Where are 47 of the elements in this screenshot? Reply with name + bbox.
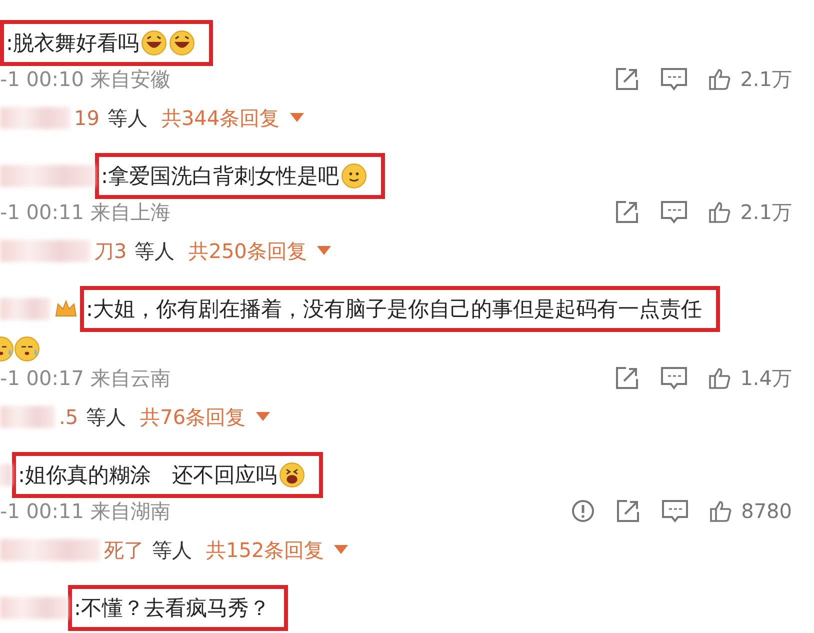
like-count: 2.1万	[740, 198, 792, 226]
comment-icon[interactable]	[660, 66, 688, 92]
comment-icon[interactable]	[661, 498, 690, 524]
thumbs-up-icon[interactable]	[708, 67, 732, 91]
reply-users-label: 等人	[134, 238, 175, 264]
blurred-username	[0, 406, 55, 428]
report-icon[interactable]	[571, 499, 596, 523]
reply-username: .5	[59, 405, 78, 429]
thumbs-up-icon[interactable]	[709, 499, 734, 523]
share-icon[interactable]	[614, 365, 640, 391]
blurred-username	[0, 298, 50, 320]
thumbs-up-icon[interactable]	[708, 200, 732, 224]
comment-meta: -1 00:10 来自安徽	[0, 66, 170, 92]
thumbs-up-icon[interactable]	[708, 366, 732, 390]
reply-users-label: 等人	[152, 536, 192, 564]
like-count: 2.1万	[740, 66, 792, 92]
comment-text: :不懂？去看疯马秀？	[74, 595, 270, 622]
comment-icon[interactable]	[660, 365, 688, 391]
reply-username: 刀3	[94, 238, 127, 264]
reply-username: 19	[74, 106, 100, 130]
blurred-username	[0, 464, 12, 486]
comment-text: :脱衣舞好看吗	[6, 30, 140, 57]
comment-meta: -1 00:11 来自上海	[0, 198, 170, 226]
caret-icon[interactable]	[316, 246, 331, 256]
comment-meta: -1 00:17 来自云南	[0, 364, 170, 392]
reply-count-link[interactable]: 共344条回复	[161, 104, 280, 132]
caret-icon[interactable]	[256, 412, 270, 422]
share-icon[interactable]	[614, 199, 640, 225]
reply-count-link[interactable]: 共76条回复	[140, 404, 246, 430]
comment-meta: -1 00:11 来自湖南	[0, 498, 170, 524]
comment-icon[interactable]	[660, 199, 688, 225]
caret-icon[interactable]	[290, 113, 304, 123]
reply-users-label: 等人	[107, 104, 148, 132]
share-icon[interactable]	[614, 66, 640, 92]
reply-users-label: 等人	[86, 404, 126, 430]
reply-username: 死了	[104, 536, 144, 564]
like-count: 1.4万	[740, 364, 792, 392]
share-icon[interactable]	[615, 498, 642, 524]
like-count: 8780	[741, 499, 792, 523]
blurred-username	[0, 597, 68, 619]
reply-count-link[interactable]: 共152条回复	[206, 536, 324, 564]
reply-count-link[interactable]: 共250条回复	[188, 238, 307, 264]
comment-text: :姐你真的糊涂 还不回应吗	[18, 462, 278, 489]
comment-text: :拿爱国洗白背刺女性是吧	[101, 163, 340, 190]
caret-icon[interactable]	[334, 545, 348, 555]
blurred-username	[0, 107, 70, 129]
comment-text: :大姐，你有剧在播着，没有脑子是你自己的事但是起码有一点责任	[86, 296, 702, 323]
